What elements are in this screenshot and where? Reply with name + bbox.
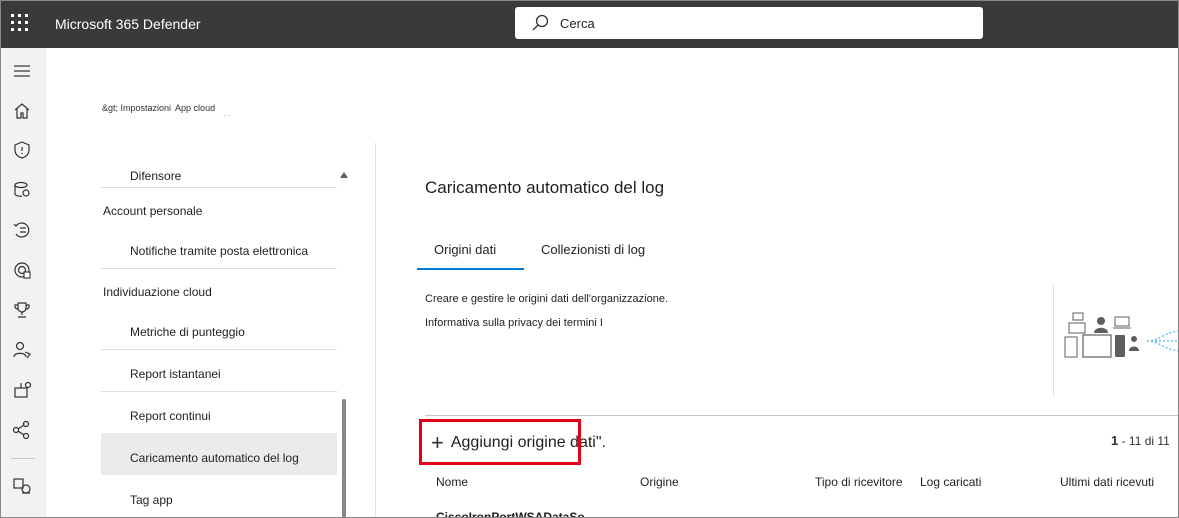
app-launcher-icon[interactable] [9,12,31,34]
tab-origini-dati[interactable]: Origini dati [434,242,496,257]
nav-separator [101,268,337,269]
threat-icon[interactable] [12,260,32,280]
rail-divider [11,458,35,459]
nav-separator [101,187,337,188]
pager-current: 1 [1111,433,1119,448]
assets-icon[interactable] [12,180,32,200]
settings-gear-icon[interactable] [12,380,32,400]
breadcrumb: &gt; Impostazioni App cloud [102,103,219,113]
column-header-origine[interactable]: Origine [640,475,679,489]
add-data-source-label: Aggiungi origine dati". [450,434,606,451]
tab-collezionisti-log[interactable]: Collezionisti di log [541,242,645,257]
panel-divider [375,143,376,517]
column-header-log-caricati[interactable]: Log caricati [920,475,981,489]
nav-section-account-personale[interactable]: Account personale [101,204,337,218]
nav-separator [101,349,337,350]
shield-icon[interactable] [12,140,32,160]
partner-icon[interactable] [12,340,32,360]
pagination-info: 1 - 11 di 11 [1111,433,1170,448]
page-title: Caricamento automatico del log [425,178,665,197]
nav-item-caricamento-log[interactable]: Caricamento automatico del log [101,433,337,475]
scroll-up-icon[interactable] [340,172,348,178]
nav-item-difensore[interactable]: Difensore [101,169,337,187]
menu-icon[interactable] [12,61,32,81]
search-icon [532,14,549,31]
add-data-source-button[interactable]: + Aggiungi origine dati". [431,429,606,457]
apps-icon[interactable] [12,476,32,496]
graph-icon[interactable] [12,420,32,440]
description-text: Creare e gestire le origini dati dell'or… [425,293,669,305]
incidents-icon[interactable] [12,220,32,240]
nav-section-individuazione-cloud[interactable]: Individuazione cloud [101,285,337,299]
plus-icon: + [431,430,444,455]
breadcrumb-item-cloud-apps[interactable]: App cloud [175,103,215,113]
nav-item-metriche[interactable]: Metriche di punteggio [101,325,337,339]
nav-item-report-continui[interactable]: Report continui [101,409,337,423]
top-bar: Microsoft 365 Defender Cerca [1,1,1178,48]
column-header-nome[interactable]: Nome [436,475,468,489]
illustration-divider [1053,285,1054,397]
breadcrumb-item-settings[interactable]: &gt; Impostazioni [102,103,171,113]
nav-separator [101,391,337,392]
active-tab-indicator [417,268,524,270]
table-row-name[interactable]: CiscoIronPortWSADataSo [436,510,585,517]
app-window: Microsoft 365 Defender Cerca &gt; Impost… [0,0,1179,518]
home-icon[interactable] [12,101,32,121]
column-header-ultimi-dati[interactable]: Ultimi dati ricevuti [1060,475,1154,489]
privacy-link[interactable]: Informativa sulla privacy dei termini I [425,317,603,329]
settings-nav: Difensore Account personale Notifiche tr… [101,161,353,517]
nav-item-tag-app[interactable]: Tag app [101,493,337,507]
section-divider [425,415,1178,416]
search-box[interactable]: Cerca [515,7,983,39]
trophy-icon[interactable] [12,300,32,320]
data-sources-illustration-icon [1064,312,1178,358]
left-nav-rail [1,48,46,517]
app-title[interactable]: Microsoft 365 Defender [55,16,201,32]
nav-item-notifiche[interactable]: Notifiche tramite posta elettronica [101,244,337,258]
pager-rest: - 11 di 11 [1121,434,1170,448]
search-input[interactable]: Cerca [560,16,595,31]
nav-item-report-istantanei[interactable]: Report istantanei [101,367,337,381]
column-header-tipo-ricevitore[interactable]: Tipo di ricevitore [815,475,903,489]
scrollbar-thumb[interactable] [342,399,346,517]
breadcrumb-ellipsis: . . [224,111,230,118]
